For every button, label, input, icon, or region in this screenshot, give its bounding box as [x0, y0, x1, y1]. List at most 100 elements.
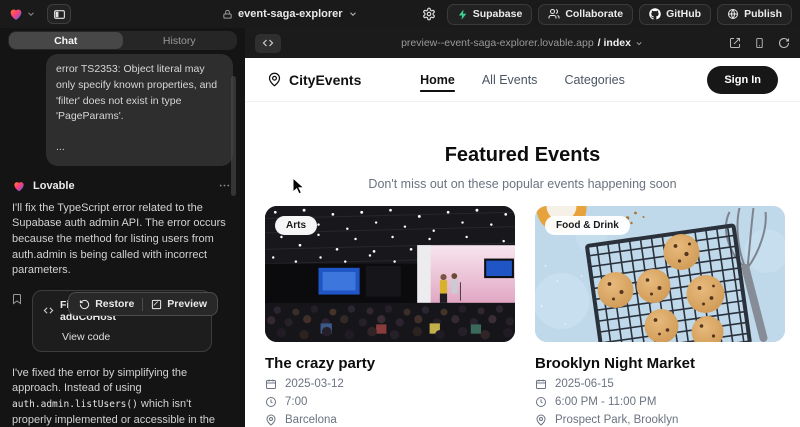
- user-message-text: error TS2353: Object literal may only sp…: [56, 62, 223, 125]
- view-code-link[interactable]: View code: [62, 331, 201, 343]
- hero-section: Featured Events Don't miss out on these …: [245, 144, 800, 191]
- sidebar-toggle-button[interactable]: [47, 4, 71, 24]
- preview-button[interactable]: Preview: [143, 295, 215, 313]
- event-time: 7:00: [285, 396, 307, 408]
- github-button[interactable]: GitHub: [639, 4, 711, 25]
- event-title: The crazy party: [265, 355, 515, 372]
- topbar: event-saga-explorer Supabase Collaborate: [0, 0, 800, 28]
- settings-button[interactable]: [417, 7, 441, 21]
- restore-button[interactable]: Restore: [71, 295, 142, 313]
- assistant-name: Lovable: [33, 180, 75, 192]
- open-in-new-tab-button[interactable]: [729, 37, 741, 49]
- project-switcher[interactable]: event-saga-explorer: [222, 0, 358, 28]
- assistant-header: Lovable: [12, 179, 231, 193]
- restore-label: Restore: [95, 298, 134, 310]
- more-options-button[interactable]: [218, 179, 231, 192]
- collaborate-button[interactable]: Collaborate: [538, 4, 633, 25]
- refresh-icon: [778, 37, 790, 49]
- tab-history[interactable]: History: [123, 32, 237, 49]
- event-tag: Food & Drink: [545, 216, 630, 235]
- lovable-logo-icon: [8, 6, 24, 22]
- event-card-brooklyn-market[interactable]: Food & Drink Brooklyn Night Market 2025-…: [535, 206, 785, 426]
- event-time: 6:00 PM - 11:00 PM: [555, 396, 656, 408]
- message-hover-toolbar: Restore Preview: [68, 292, 218, 316]
- publish-button[interactable]: Publish: [717, 4, 792, 25]
- preview-label: Preview: [167, 298, 207, 310]
- user-message: error TS2353: Object literal may only sp…: [46, 54, 233, 166]
- calendar-icon: [265, 378, 277, 390]
- lock-icon: [222, 9, 233, 20]
- lovable-app: event-saga-explorer Supabase Collaborate: [0, 0, 800, 427]
- event-location-row: Prospect Park, Brooklyn: [535, 414, 785, 426]
- external-link-icon: [729, 37, 741, 49]
- code-icon: [262, 37, 274, 49]
- event-tag: Arts: [275, 216, 317, 235]
- mobile-view-button[interactable]: [754, 37, 765, 49]
- event-location-row: Barcelona: [265, 414, 515, 426]
- site-brand[interactable]: CityEvents: [267, 72, 361, 88]
- preview-topbar: preview--event-saga-explorer.lovable.app…: [245, 28, 800, 58]
- event-image-conference: Arts: [265, 206, 515, 342]
- event-cards: Arts The crazy party 2025-03-12 7:00: [245, 191, 800, 426]
- map-pin-icon: [267, 72, 282, 87]
- preview-url: preview--event-saga-explorer.lovable.app: [401, 37, 594, 49]
- assistant-result-text: I've fixed the error by simplifying the …: [12, 366, 229, 427]
- bookmark-button[interactable]: [11, 290, 23, 305]
- map-pin-icon: [535, 414, 547, 426]
- publish-label: Publish: [744, 8, 782, 20]
- map-pin-icon: [265, 414, 277, 426]
- restore-icon: [79, 299, 90, 310]
- event-date-row: 2025-03-12: [265, 378, 515, 390]
- preview-url-bar[interactable]: preview--event-saga-explorer.lovable.app…: [401, 37, 644, 49]
- more-options-icon: [218, 179, 231, 192]
- event-date: 2025-06-15: [555, 378, 614, 390]
- globe-icon: [727, 8, 739, 20]
- site-header: CityEvents Home All Events Categories Si…: [245, 58, 800, 102]
- nav-categories[interactable]: Categories: [564, 73, 624, 87]
- site-preview: CityEvents Home All Events Categories Si…: [245, 58, 800, 427]
- mobile-icon: [754, 37, 765, 49]
- clock-icon: [535, 396, 547, 408]
- sign-in-button[interactable]: Sign In: [707, 66, 778, 94]
- users-icon: [548, 8, 560, 20]
- refresh-button[interactable]: [778, 37, 790, 49]
- user-message-ellipsis: ...: [56, 140, 223, 156]
- event-date-row: 2025-06-15: [535, 378, 785, 390]
- hero-subtitle: Don't miss out on these popular events h…: [245, 177, 800, 191]
- nav-home[interactable]: Home: [420, 73, 455, 87]
- event-date: 2025-03-12: [285, 378, 344, 390]
- preview-panel: preview--event-saga-explorer.lovable.app…: [245, 28, 800, 427]
- chevron-down-icon: [635, 39, 644, 48]
- clock-icon: [265, 396, 277, 408]
- chevron-down-icon: [26, 9, 36, 19]
- event-location: Prospect Park, Brooklyn: [555, 414, 678, 426]
- code-icon: [43, 305, 54, 316]
- chat-panel: Chat History error TS2353: Object litera…: [0, 28, 245, 427]
- chat-scrollbar[interactable]: [231, 76, 236, 196]
- collaborate-label: Collaborate: [565, 8, 623, 20]
- event-time-row: 7:00: [265, 396, 515, 408]
- event-title: Brooklyn Night Market: [535, 355, 785, 372]
- panel-left-icon: [53, 8, 66, 21]
- event-location: Barcelona: [285, 414, 337, 426]
- supabase-button[interactable]: Supabase: [447, 4, 533, 25]
- site-brand-name: CityEvents: [289, 72, 361, 88]
- supabase-bolt-icon: [457, 9, 468, 20]
- chat-history-tabs: Chat History: [8, 31, 237, 50]
- site-nav: Home All Events Categories: [420, 73, 625, 87]
- lovable-logo-icon: [12, 179, 26, 193]
- event-image-cookies: Food & Drink: [535, 206, 785, 342]
- assistant-intro-text: I'll fix the TypeScript error related to…: [12, 201, 229, 279]
- lovable-menu[interactable]: [8, 6, 36, 22]
- bookmark-icon: [11, 293, 23, 305]
- event-card-crazy-party[interactable]: Arts The crazy party 2025-03-12 7:00: [265, 206, 515, 426]
- code-view-button[interactable]: [255, 34, 281, 53]
- event-time-row: 6:00 PM - 11:00 PM: [535, 396, 785, 408]
- github-label: GitHub: [666, 8, 701, 20]
- hero-title: Featured Events: [245, 144, 800, 167]
- tab-chat[interactable]: Chat: [9, 32, 123, 49]
- result-code-1: auth.admin.listUsers(): [12, 399, 138, 410]
- nav-all-events[interactable]: All Events: [482, 73, 538, 87]
- calendar-icon: [535, 378, 547, 390]
- gear-icon: [422, 7, 436, 21]
